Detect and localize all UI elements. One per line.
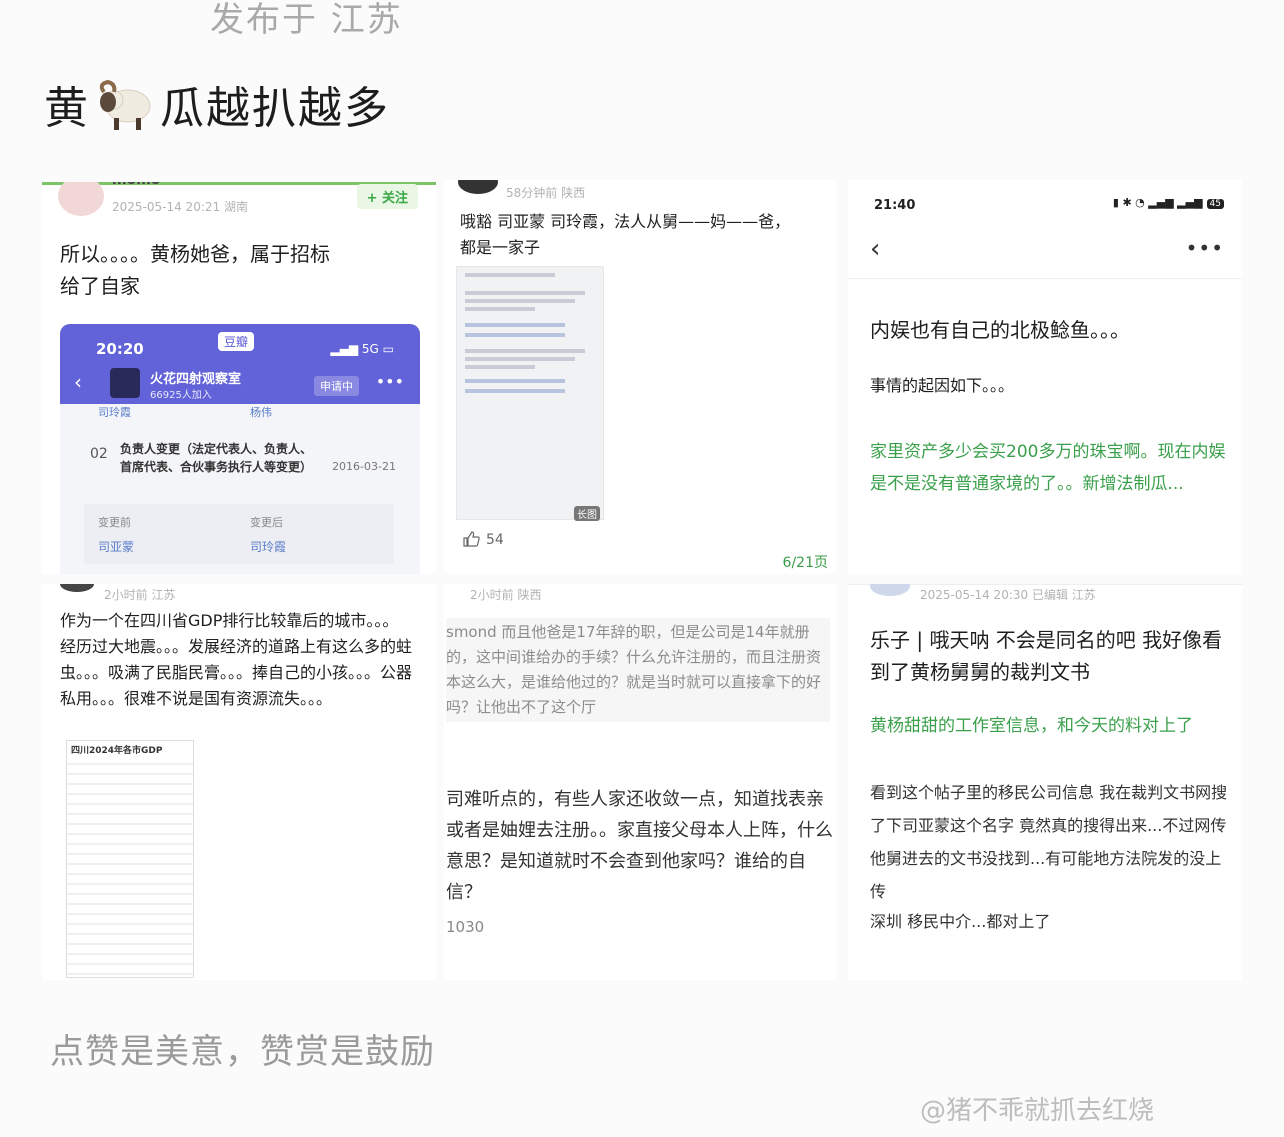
before-label: 变更前 <box>98 516 131 529</box>
post-text-line1: 所以。。。。黄杨她爸，属于招标 <box>60 242 330 266</box>
footer-caption: 点赞是美意，赞赏是鼓励 <box>50 1032 435 1072</box>
linked-post[interactable]: 黄杨甜甜的工作室信息，和今天的料对上了 <box>870 710 1230 742</box>
douban-header: 20:20 豆瓣 ▂▄▆ 5G ▭ ‹ 火花四射观察室 66925人加入 申请中… <box>60 324 420 404</box>
post-meta: 2小时前 陕西 <box>470 588 542 602</box>
post-text-line2: 给了自家 <box>60 274 140 298</box>
sheep-emoji-icon <box>94 76 156 132</box>
post-meta: 2025-05-14 20:30 已编辑 江苏 <box>920 588 1096 602</box>
record-number: 02 <box>90 446 108 462</box>
screenshot-grid: momo 2025-05-14 20:21 湖南 + 关注 所以。。。。黄杨她爸… <box>40 180 1242 980</box>
post-meta: 58分钟前 陕西 <box>506 186 586 200</box>
post-lead: 事情的起因如下。。。 <box>870 376 1015 395</box>
status-icons: ▮ ✱ ◔ ▂▄▆ ▂▄▆ 45 <box>1113 196 1224 209</box>
post-title: 乐子 | 哦天呐 不会是同名的吧 我好像看到了黄杨舅舅的裁判文书 <box>870 628 1223 684</box>
gdp-table-image[interactable]: 四川2024年各市GDP <box>66 740 194 978</box>
after-value: 司玲霞 <box>250 540 287 554</box>
like-count: 1030 <box>446 918 485 936</box>
back-icon[interactable]: ‹ <box>74 370 82 394</box>
post-meta: 2小时前 江苏 <box>104 588 176 602</box>
change-type: 负责人变更（法定代表人、负责人、首席代表、合伙事务执行人等变更） <box>120 442 313 474</box>
before-value: 司亚蒙 <box>98 540 135 554</box>
screenshot-2[interactable]: 58分钟前 陕西 哦豁 司亚蒙 司玲霞，法人从舅——妈——爸， 都是一家子 长图… <box>444 180 836 574</box>
group-avatar <box>110 368 140 398</box>
post-closing: 深圳 移民中介...都对上了 <box>870 912 1051 931</box>
name-b: 杨伟 <box>250 406 272 419</box>
group-name[interactable]: 火花四射观察室 <box>150 368 241 387</box>
apply-status[interactable]: 申请中 <box>314 376 359 396</box>
weibo-watermark: @猪不乖就抓去红烧 <box>920 1096 1155 1126</box>
avatar[interactable] <box>58 182 104 216</box>
post-body: 看到这个帖子里的移民公司信息 我在裁判文书网搜了下司亚蒙这个名字 竟然真的搜得出… <box>870 783 1228 901</box>
change-date: 2016-03-21 <box>332 460 396 473</box>
linked-post[interactable]: 家里资产多少会买200多万的珠宝啊。现在内娱是不是没有普通家境的了。。新增法制瓜… <box>870 436 1230 500</box>
headline-right: 瓜越扒越多 <box>160 83 390 134</box>
gdp-table-title: 四川2024年各市GDP <box>71 746 163 756</box>
long-image-thumbnail[interactable] <box>456 266 604 520</box>
reply-text: 司难听点的，有些人家还收敛一点，知道找表亲或者是妯娌去注册。。家直接父母本人上阵… <box>446 789 833 903</box>
battery-icon: 45 <box>1206 199 1224 209</box>
username[interactable]: momo <box>112 182 160 188</box>
screenshot-1[interactable]: momo 2025-05-14 20:21 湖南 + 关注 所以。。。。黄杨她爸… <box>42 182 436 574</box>
post-text: 作为一个在四川省GDP排行比较靠后的城市。。。经历过大地震。。。发展经济的道路上… <box>60 611 413 708</box>
post-title: 内娱也有自己的北极鲶鱼。。。 <box>870 318 1130 342</box>
group-members: 66925人加入 <box>150 390 212 401</box>
post-text-line2: 都是一家子 <box>460 238 541 257</box>
page-indicator: 6/21页 <box>782 555 828 571</box>
gdp-table-rows <box>67 763 193 975</box>
status-time: 21:40 <box>874 198 916 213</box>
post-location: 发布于 江苏 <box>210 0 403 40</box>
back-icon[interactable]: ‹ <box>870 234 880 264</box>
like-icon[interactable] <box>462 530 480 548</box>
name-a: 司玲霞 <box>98 406 131 419</box>
post-meta: 2025-05-14 20:21 湖南 <box>112 200 248 214</box>
post-text-line1: 哦豁 司亚蒙 司玲霞，法人从舅——妈——爸， <box>460 212 791 231</box>
screenshot-4[interactable]: 2小时前 江苏 作为一个在四川省GDP排行比较靠后的城市。。。经历过大地震。。。… <box>42 584 436 980</box>
douban-screenshot: 20:20 豆瓣 ▂▄▆ 5G ▭ ‹ 火花四射观察室 66925人加入 申请中… <box>60 324 420 574</box>
post-headline: 黄 瓜越扒越多 <box>44 72 390 136</box>
long-image-tag: 长图 <box>574 506 600 521</box>
quoted-comment: smond 而且他爸是17年辞的职，但是公司是14年就册的，这中间谁给办的手续？… <box>446 618 830 722</box>
more-icon[interactable]: ••• <box>376 372 404 391</box>
avatar[interactable] <box>870 584 910 596</box>
more-icon[interactable]: ••• <box>1186 236 1224 260</box>
screenshot-3[interactable]: 21:40 ▮ ✱ ◔ ▂▄▆ ▂▄▆ 45 ‹ ••• 内娱也有自己的北极鲶鱼。… <box>848 180 1242 574</box>
status-time: 20:20 <box>96 340 144 358</box>
like-count: 54 <box>486 532 504 548</box>
headline-left: 黄 <box>44 83 90 134</box>
after-label: 变更后 <box>250 516 283 529</box>
signal-indicator: ▂▄▆ 5G ▭ <box>330 342 394 356</box>
avatar[interactable] <box>458 180 498 194</box>
avatar[interactable] <box>60 584 94 592</box>
douban-badge: 豆瓣 <box>218 332 255 351</box>
before-after-box: 变更前 变更后 司亚蒙 司玲霞 <box>84 504 394 564</box>
screenshot-6[interactable]: 2025-05-14 20:30 已编辑 江苏 乐子 | 哦天呐 不会是同名的吧… <box>848 584 1242 980</box>
screenshot-5[interactable]: 2小时前 陕西 smond 而且他爸是17年辞的职，但是公司是14年就册的，这中… <box>444 584 836 980</box>
follow-button[interactable]: + 关注 <box>356 184 418 209</box>
